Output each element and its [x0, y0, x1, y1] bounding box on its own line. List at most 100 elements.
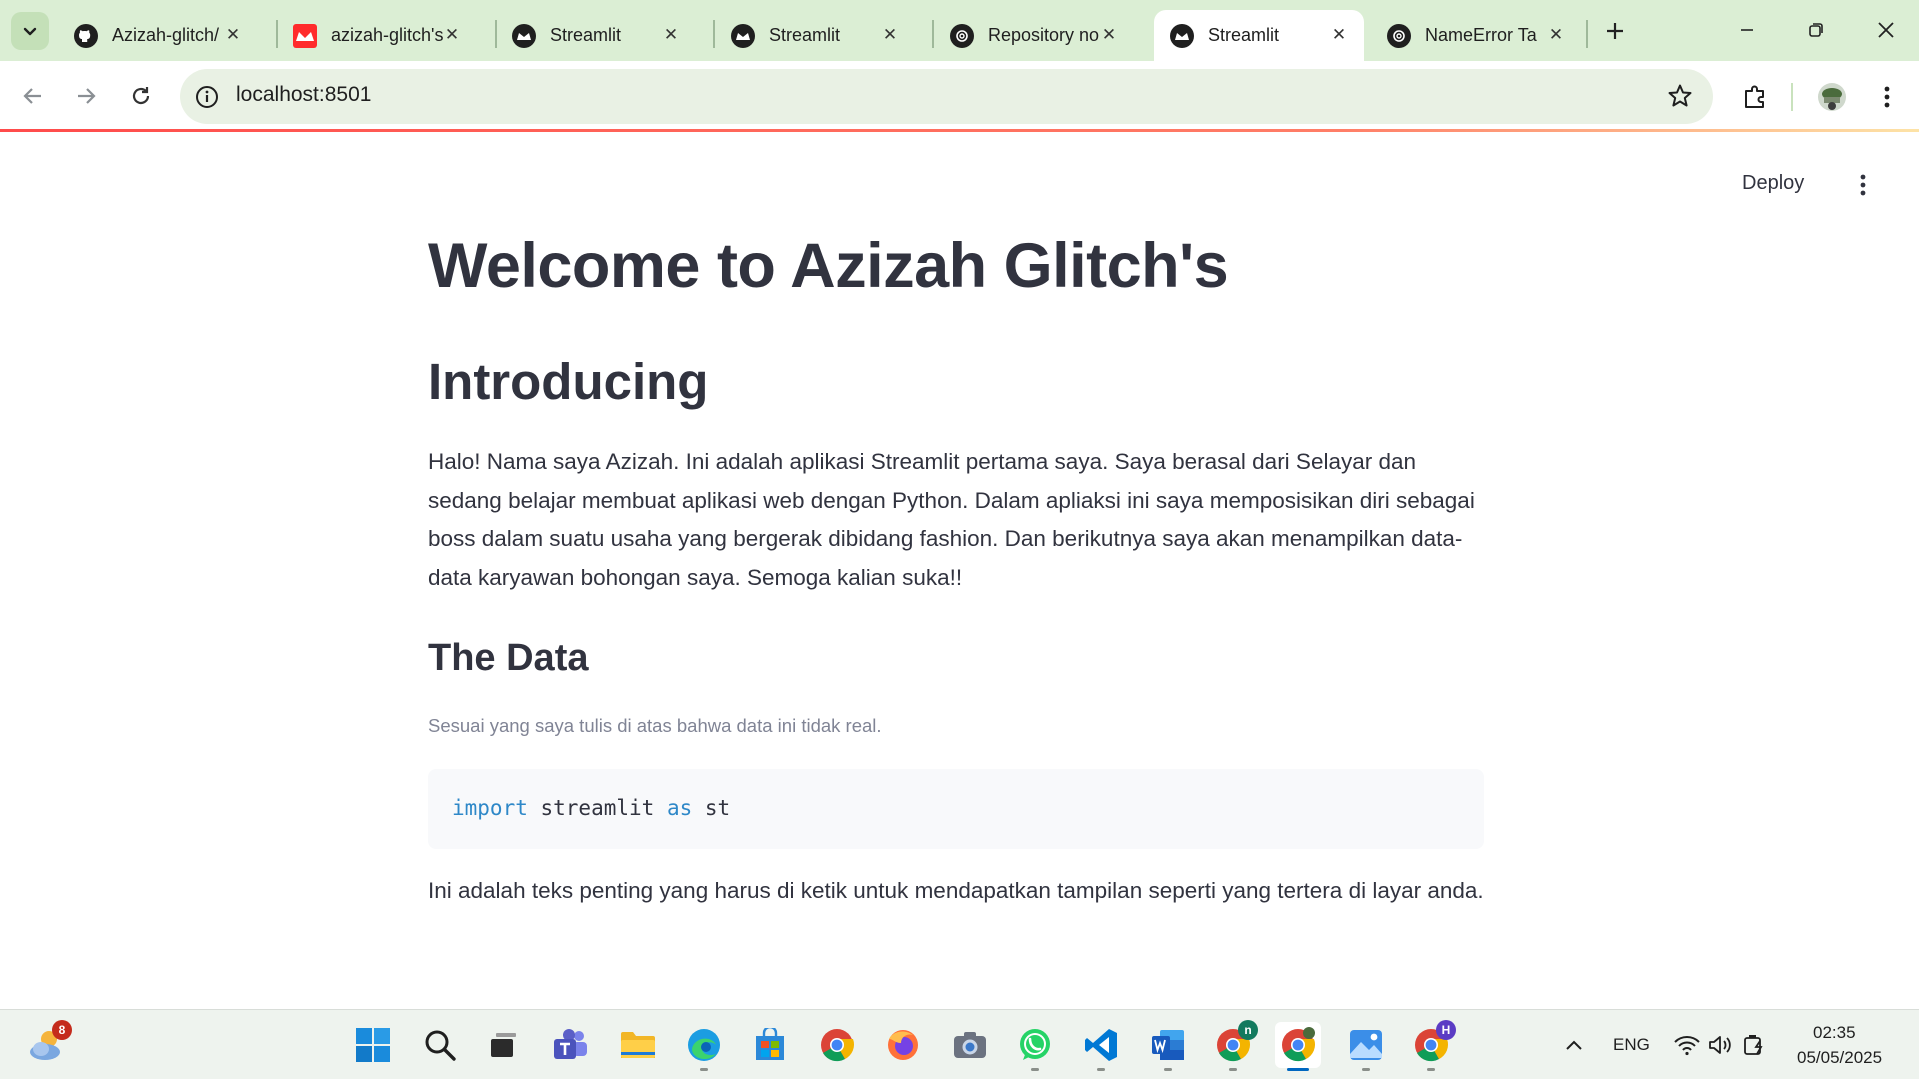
chrome-icon — [1282, 1027, 1316, 1062]
close-tab-icon[interactable]: ✕ — [660, 24, 682, 46]
running-indicator — [700, 1068, 708, 1071]
task-view-icon — [491, 1033, 516, 1057]
streamlit-icon — [731, 23, 755, 48]
close-tab-icon[interactable]: ✕ — [1545, 24, 1567, 46]
tab-chatgpt[interactable]: Repository no ✕ — [934, 10, 1134, 61]
language-indicator[interactable]: ENG — [1613, 1035, 1650, 1055]
tab-chatgpt[interactable]: NameError Ta ✕ — [1371, 10, 1581, 61]
microsoft-store-app[interactable] — [747, 1022, 793, 1068]
show-hidden-icons-button[interactable] — [1552, 1022, 1596, 1068]
tab-title: Streamlit — [769, 25, 841, 45]
clock-time[interactable]: 02:35 — [1813, 1023, 1856, 1043]
battery-charging-icon — [1744, 1035, 1763, 1055]
url-text[interactable]: localhost:8501 — [236, 83, 371, 107]
firefox-app[interactable] — [880, 1022, 926, 1068]
windows-logo-icon — [356, 1028, 390, 1062]
browser-menu-button[interactable] — [1867, 77, 1907, 117]
edge-app[interactable] — [681, 1022, 727, 1071]
teams-app[interactable] — [548, 1022, 594, 1068]
profile-badge: H — [1436, 1020, 1456, 1040]
section-subheader: The Data — [428, 637, 589, 679]
minimize-icon — [1741, 29, 1753, 31]
profile-avatar[interactable] — [1812, 77, 1852, 117]
wifi-icon — [1674, 1036, 1700, 1056]
forward-button[interactable] — [66, 76, 106, 116]
running-indicator — [1427, 1068, 1435, 1071]
openai-icon — [950, 23, 974, 48]
store-icon — [756, 1028, 784, 1060]
puzzle-icon — [1745, 85, 1764, 108]
file-explorer-app[interactable] — [615, 1022, 661, 1068]
folder-icon — [621, 1032, 655, 1058]
streamlit-icon — [1170, 23, 1194, 48]
code-keyword: as — [666, 796, 693, 820]
new-tab-button[interactable] — [1598, 14, 1632, 48]
search-button[interactable] — [417, 1022, 463, 1068]
minimize-button[interactable] — [1717, 10, 1777, 50]
whatsapp-app[interactable] — [1012, 1022, 1058, 1071]
word-icon — [1152, 1030, 1184, 1060]
running-indicator — [1164, 1068, 1172, 1071]
restore-icon — [1809, 23, 1823, 37]
app-menu-button[interactable] — [1848, 170, 1878, 200]
running-indicator — [1031, 1068, 1039, 1071]
chevron-down-icon — [23, 27, 37, 36]
profile-badge: n — [1238, 1020, 1258, 1040]
quick-settings-button[interactable] — [1666, 1022, 1776, 1068]
chrome-profile-n-app[interactable]: n — [1210, 1020, 1258, 1071]
vscode-icon — [1085, 1029, 1117, 1061]
arrow-right-icon — [78, 88, 96, 104]
bookmark-star-icon[interactable] — [1667, 83, 1693, 109]
close-tab-icon[interactable]: ✕ — [1328, 24, 1350, 46]
tab-streamlit-share[interactable]: azizah-glitch's ✕ — [277, 10, 477, 61]
chevron-up-icon — [1566, 1040, 1582, 1050]
close-tab-icon[interactable]: ✕ — [1098, 24, 1120, 46]
close-window-button[interactable] — [1856, 10, 1916, 50]
task-view-button[interactable] — [480, 1022, 526, 1068]
close-tab-icon[interactable]: ✕ — [879, 24, 901, 46]
close-icon — [1878, 22, 1894, 38]
vscode-app[interactable] — [1078, 1022, 1124, 1071]
openai-icon — [1387, 23, 1411, 48]
more-vert-icon — [1860, 174, 1866, 196]
deploy-button[interactable]: Deploy — [1742, 172, 1804, 195]
tab-streamlit[interactable]: Streamlit ✕ — [715, 10, 915, 61]
close-tab-icon[interactable]: ✕ — [441, 24, 463, 46]
reload-button[interactable] — [121, 76, 161, 116]
close-tab-icon[interactable]: ✕ — [222, 24, 244, 46]
tab-title: Azizah-glitch/ — [112, 25, 220, 45]
chrome-app[interactable] — [814, 1022, 860, 1068]
running-indicator — [1097, 1068, 1105, 1071]
tab-title: Streamlit — [550, 25, 622, 45]
start-button[interactable] — [350, 1022, 396, 1068]
camera-icon — [954, 1032, 986, 1058]
notification-badge: 8 — [52, 1020, 72, 1040]
word-app[interactable] — [1145, 1022, 1191, 1071]
chrome-profile-h-app[interactable]: H — [1408, 1020, 1456, 1071]
chrome-active-app[interactable] — [1275, 1022, 1321, 1071]
tab-title: Streamlit — [1208, 25, 1280, 45]
address-bar[interactable]: localhost:8501 — [180, 69, 1713, 124]
restore-button[interactable] — [1786, 10, 1846, 50]
arrow-left-icon — [23, 88, 41, 104]
running-indicator — [1362, 1068, 1370, 1071]
weather-widget[interactable]: 8 — [24, 1020, 72, 1068]
info-paragraph: Ini adalah teks penting yang harus di ke… — [428, 878, 1484, 903]
teams-icon — [554, 1029, 587, 1059]
tab-github[interactable]: Azizah-glitch/ ✕ — [58, 10, 258, 61]
code-line: import streamlit as st — [452, 796, 730, 820]
streamlit-icon — [512, 23, 536, 48]
toolbar-separator — [1791, 83, 1793, 111]
firefox-icon — [888, 1030, 918, 1060]
extensions-button[interactable] — [1735, 77, 1775, 117]
caption-text: Sesuai yang saya tulis di atas bahwa dat… — [428, 715, 882, 736]
camera-app[interactable] — [947, 1022, 993, 1068]
tab-search-button[interactable] — [11, 12, 49, 50]
tab-streamlit[interactable]: Streamlit ✕ — [496, 10, 696, 61]
tab-streamlit-active[interactable]: Streamlit ✕ — [1154, 10, 1364, 61]
avatar-icon — [1818, 83, 1846, 111]
back-button[interactable] — [13, 76, 53, 116]
site-info-icon[interactable] — [194, 84, 220, 110]
clock-date[interactable]: 05/05/2025 — [1797, 1048, 1882, 1068]
photos-app[interactable] — [1343, 1022, 1389, 1071]
